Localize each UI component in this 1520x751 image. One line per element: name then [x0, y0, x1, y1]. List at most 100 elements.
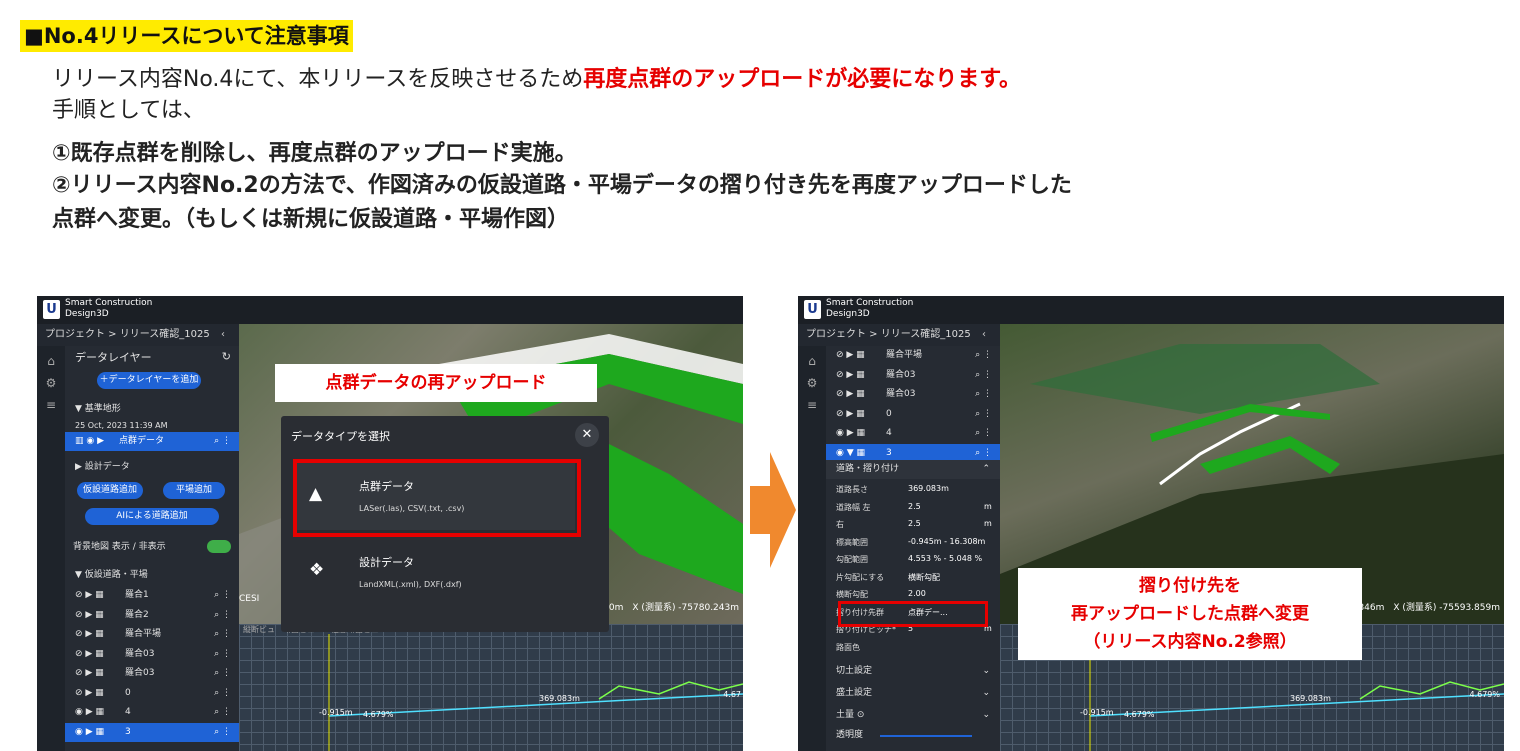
visibility-icon[interactable]: ◉ ▶ ▦ — [836, 424, 865, 443]
intro-line: リリース内容No.4にて、本リリースを反映させるため再度点群のアップロードが必要… — [52, 64, 1021, 95]
layer-row[interactable]: ◉ ▶ ▦ 3 ⌕ ⋮ — [65, 722, 239, 742]
profile-label-grade: 4.679% — [1124, 710, 1155, 719]
layer-row[interactable]: ◉ ▶ ▦ 4 ⌕ ⋮ — [65, 703, 239, 722]
more-icon[interactable]: ⌕ ⋮ — [214, 606, 231, 625]
more-icon[interactable]: ⌕ ⋮ — [214, 625, 231, 644]
more-icon[interactable]: ⌕ ⋮ — [214, 586, 231, 605]
highlight-box-pointcloud — [293, 459, 581, 537]
intro-normal-text: リリース内容No.4にて、本リリースを反映させるため — [52, 67, 584, 92]
layer-row[interactable]: ⊘ ▶ ▦ 羅合03 ⌕ ⋮ — [65, 645, 239, 664]
profile-label-grade-end: 4.679% — [1469, 690, 1500, 699]
temp-road-header[interactable]: ▼ 仮設道路・平場 — [65, 566, 239, 585]
layer-row[interactable]: ⊘ ▶ ▦ 0 ⌕ ⋮ — [65, 684, 239, 703]
add-layer-button[interactable]: ＋データレイヤーを追加 — [97, 372, 201, 389]
option-design-sub: LandXML(.xml), DXF(.dxf) — [359, 580, 462, 589]
prop-label: 勾配範囲 — [836, 555, 868, 564]
profile-chart — [328, 634, 743, 751]
prop-value: 369.083m — [908, 484, 949, 493]
visibility-icon[interactable]: ⊘ ▶ ▦ — [75, 606, 104, 625]
more-icon[interactable]: ⌕ ⋮ — [214, 684, 231, 703]
add-flat-button[interactable]: 平場追加 — [163, 482, 225, 499]
visibility-icon[interactable]: ⊘ ▶ ▦ — [75, 625, 104, 644]
change-target-callout: 摺り付け先を 再アップロードした点群へ変更 （リリース内容No.2参照） — [1018, 568, 1362, 660]
prop-label: 路面色 — [836, 642, 860, 652]
chevron-down-icon[interactable]: ⌄ — [982, 684, 990, 703]
ai-road-button[interactable]: AIによる道路追加 — [85, 508, 219, 525]
screenshot-after: U Smart Construction Design3D プロジェクト > リリ… — [798, 296, 1504, 751]
prop-value[interactable]: 2.5 — [908, 519, 921, 528]
visibility-icon[interactable]: ◉ ▶ ▦ — [75, 703, 104, 722]
visibility-icon[interactable]: ⊘ ▶ ▦ — [836, 385, 865, 404]
layer-row[interactable]: ◉ ▶ ▦ 4 ⌕ ⋮ — [826, 424, 1000, 443]
layer-row[interactable]: ⊘ ▶ ▦ 羅合1 ⌕ ⋮ — [65, 586, 239, 605]
profile-view[interactable]: 縦断ビュ 断面ビュー 任意断面ビュー -0.915m 4.679% 369.08… — [239, 624, 743, 751]
flow-arrow-icon — [750, 452, 796, 568]
prop-label: 横断勾配 — [836, 590, 868, 599]
more-icon[interactable]: ⌕ ⋮ — [214, 432, 231, 451]
step-2: ②リリース内容No.2の方法で、作図済みの仮設道路・平場データの摺り付き先を再度… — [52, 173, 1072, 198]
refresh-icon[interactable]: ↻ — [222, 350, 231, 363]
gear-icon[interactable]: ⚙ — [37, 376, 65, 390]
option-design[interactable]: ❖ 設計データ LandXML(.xml), DXF(.dxf) — [295, 538, 575, 606]
chevron-up-icon[interactable]: ⌃ — [982, 460, 990, 479]
visibility-icon[interactable]: ⊘ ▶ ▦ — [75, 684, 104, 703]
road-section-header[interactable]: 道路・摺り付け ⌃ — [826, 460, 1000, 479]
prop-label: 片勾配にする — [836, 572, 885, 582]
more-icon[interactable]: ⌕ ⋮ — [975, 385, 992, 404]
layers-icon[interactable]: ≡ — [37, 398, 65, 412]
visibility-icon[interactable]: ◉ ▶ ▦ — [75, 723, 104, 742]
visibility-icon[interactable]: ⊘ ▶ ▦ — [836, 366, 865, 385]
layer-row[interactable]: ⊘ ▶ ▦ 0 ⌕ ⋮ — [826, 405, 1000, 424]
cut-settings[interactable]: 切土設定 ⌄ — [826, 662, 1000, 681]
more-icon[interactable]: ⌕ ⋮ — [975, 366, 992, 385]
prop-label: 道路幅 左 — [836, 502, 871, 512]
add-road-button[interactable]: 仮設道路追加 — [77, 482, 143, 499]
fill-settings[interactable]: 盛土設定 ⌄ — [826, 684, 1000, 703]
layer-panel: ⊘ ▶ ▦ 羅合平場 ⌕ ⋮ ⊘ ▶ ▦ 羅合03 ⌕ ⋮ ⊘ ▶ ▦ 羅合03 ⌕ ⋮ ⊘ ▶ … — [826, 346, 1000, 751]
profile-label-grade-end: 4.67 — [723, 690, 741, 699]
collapse-chevron-icon[interactable]: ‹ — [221, 324, 225, 346]
visibility-icon[interactable]: ⊘ ▶ ▦ — [75, 664, 104, 683]
basemap-toggle[interactable] — [207, 540, 231, 553]
design-data-header[interactable]: ▶ 設計データ — [65, 458, 239, 477]
profile-label-grade: 4.679% — [363, 710, 394, 719]
play-icon[interactable]: ⊙ — [857, 710, 865, 720]
opacity-slider[interactable] — [880, 735, 972, 737]
visibility-icon[interactable]: ⊘ ▶ ▦ — [836, 405, 865, 424]
breadcrumb[interactable]: プロジェクト > リリース確認_1025 ‹ — [37, 324, 239, 346]
left-rail: ⌂ ⚙ ≡ — [798, 346, 826, 751]
prop-value: -0.945m - 16.308m — [908, 536, 986, 546]
pointcloud-layer-row[interactable]: ▥ ◉ ▶ 点群データ ⌕ ⋮ — [65, 432, 239, 451]
layer-row[interactable]: ⊘ ▶ ▦ 羅合03 ⌕ ⋮ — [65, 664, 239, 683]
more-icon[interactable]: ⌕ ⋮ — [975, 346, 992, 365]
eye-icon[interactable]: ▥ ◉ ▶ — [75, 432, 104, 451]
more-icon[interactable]: ⌕ ⋮ — [214, 645, 231, 664]
more-icon[interactable]: ⌕ ⋮ — [214, 703, 231, 722]
layer-row[interactable]: ⊘ ▶ ▦ 羅合2 ⌕ ⋮ — [65, 606, 239, 625]
close-icon[interactable]: ✕ — [575, 423, 599, 447]
more-icon[interactable]: ⌕ ⋮ — [975, 405, 992, 424]
layer-row[interactable]: ⊘ ▶ ▦ 羅合平場 ⌕ ⋮ — [65, 625, 239, 644]
visibility-icon[interactable]: ⊘ ▶ ▦ — [836, 346, 865, 365]
layer-row[interactable]: ⊘ ▶ ▦ 羅合03 ⌕ ⋮ — [826, 366, 1000, 385]
home-icon[interactable]: ⌂ — [37, 354, 65, 368]
breadcrumb[interactable]: プロジェクト > リリース確認_1025 ‹ — [798, 324, 1000, 346]
chevron-down-icon[interactable]: ⌄ — [982, 662, 990, 681]
step-2-cont: 点群へ変更。（もしくは新規に仮設道路・平場作図） — [52, 207, 570, 232]
home-icon[interactable]: ⌂ — [798, 354, 826, 368]
gear-icon[interactable]: ⚙ — [798, 376, 826, 390]
soil-volume[interactable]: 土量 ⊙ ⌄ — [826, 706, 1000, 725]
visibility-icon[interactable]: ⊘ ▶ ▦ — [75, 586, 104, 605]
panel-title: データレイヤー — [75, 351, 152, 364]
layer-row[interactable]: ⊘ ▶ ▦ 羅合平場 ⌕ ⋮ — [826, 346, 1000, 365]
more-icon[interactable]: ⌕ ⋮ — [214, 723, 231, 742]
prop-value[interactable]: 2.5 — [908, 502, 921, 511]
collapse-chevron-icon[interactable]: ‹ — [982, 324, 986, 346]
layers-icon[interactable]: ≡ — [798, 398, 826, 412]
layer-row[interactable]: ⊘ ▶ ▦ 羅合03 ⌕ ⋮ — [826, 385, 1000, 404]
visibility-icon[interactable]: ⊘ ▶ ▦ — [75, 645, 104, 664]
more-icon[interactable]: ⌕ ⋮ — [214, 664, 231, 683]
screenshot-before: U Smart Construction Design3D プロジェクト > リリ… — [37, 296, 743, 751]
chevron-down-icon[interactable]: ⌄ — [982, 706, 990, 725]
more-icon[interactable]: ⌕ ⋮ — [975, 424, 992, 443]
